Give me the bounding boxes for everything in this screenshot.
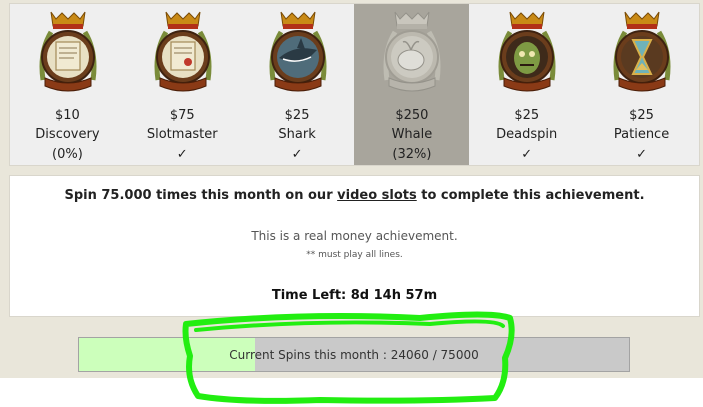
achievement-status: ✓ (521, 147, 533, 162)
instruction-text: to complete this achievement. (416, 188, 645, 203)
progress-label: Current Spins this month : 24060 / 75000 (229, 348, 479, 362)
achievement-name: Whale (391, 127, 433, 142)
achievement-instruction: Spin 75.000 times this month on our vide… (10, 188, 699, 203)
achievement-status: (0%) (52, 147, 83, 162)
instruction-text: Spin 75.000 times this month on our (64, 188, 338, 203)
achievement-patience[interactable]: $25 Patience ✓ (584, 4, 699, 165)
achievement-name: Deadspin (496, 127, 558, 142)
achievement-deadspin[interactable]: $25 Deadspin ✓ (469, 4, 584, 165)
achievement-status: ✓ (636, 147, 647, 162)
achievement-status: ✓ (176, 147, 188, 162)
hourglass-medal-icon (613, 11, 671, 92)
achievement-whale[interactable]: $250 Whale (32%) (354, 4, 470, 165)
scroll-medal-icon (39, 11, 97, 92)
achievement-slotmaster[interactable]: $75 Slotmaster ✓ (125, 4, 240, 165)
achievement-price: $25 (284, 108, 310, 123)
shark-medal-icon (269, 11, 327, 92)
real-money-note: This is a real money achievement. (251, 229, 458, 243)
page-background: $10 Discovery (0%) $75 Slotmaster ✓ $25 … (0, 0, 703, 378)
achievement-status: (32%) (392, 147, 432, 162)
achievement-name: Discovery (35, 127, 100, 142)
achievement-name: Patience (613, 127, 670, 142)
spins-progress-bar: Current Spins this month : 24060 / 75000 (78, 337, 630, 372)
achievement-status: ✓ (291, 147, 303, 162)
achievement-name: Slotmaster (146, 127, 218, 142)
all-lines-note: ** must play all lines. (306, 250, 403, 260)
achievement-price: $250 (395, 108, 429, 123)
achievement-price: $25 (629, 108, 654, 123)
achievement-discovery[interactable]: $10 Discovery (0%) (10, 4, 125, 165)
achievement-price: $10 (55, 108, 80, 123)
zombie-medal-icon (498, 11, 556, 92)
whale-medal-icon (383, 11, 441, 92)
achievement-details: Spin 75.000 times this month on our vide… (9, 175, 700, 317)
achievement-name: Shark (278, 127, 316, 142)
achievement-strip: $10 Discovery (0%) $75 Slotmaster ✓ $25 … (9, 3, 700, 166)
achievement-price: $75 (169, 108, 195, 123)
achievement-shark[interactable]: $25 Shark ✓ (240, 4, 355, 165)
scroll-medal-icon (154, 11, 212, 92)
time-left: Time Left: 8d 14h 57m (271, 288, 438, 303)
video-slots-link[interactable]: video slots (337, 188, 417, 203)
achievement-price: $25 (514, 108, 540, 123)
